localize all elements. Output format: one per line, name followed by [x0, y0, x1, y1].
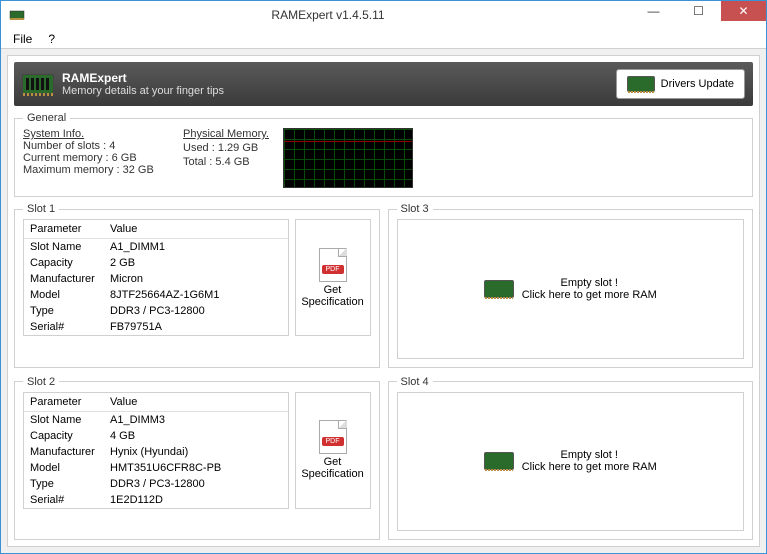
table-row: TypeDDR3 / PC3-12800 [24, 476, 288, 492]
total-memory-value: Total : 5.4 GB [183, 156, 273, 168]
slot-1-table: ParameterValue Slot NameA1_DIMM1 Capacit… [23, 219, 289, 336]
slot-4-group: Slot 4 Empty slot ! Click here to get mo… [388, 376, 754, 541]
slot-2-table: ParameterValue Slot NameA1_DIMM3 Capacit… [23, 392, 289, 509]
content-area: RAMExpert Memory details at your finger … [1, 49, 766, 553]
sysinfo-heading: System Info. [23, 128, 173, 140]
slot-1-legend: Slot 1 [23, 203, 59, 215]
max-memory-value: Maximum memory : 32 GB [23, 164, 173, 176]
menu-help[interactable]: ? [40, 30, 63, 48]
slot-2-legend: Slot 2 [23, 376, 59, 388]
header-bar: RAMExpert Memory details at your finger … [14, 62, 753, 106]
table-row: ManufacturerMicron [24, 271, 288, 287]
col-value: Value [104, 393, 288, 412]
num-slots-value: Number of slots : 4 [23, 140, 173, 152]
physmem-heading: Physical Memory. [183, 128, 273, 140]
close-button[interactable]: ✕ [721, 1, 766, 21]
header-subtitle: Memory details at your finger tips [62, 85, 224, 97]
slot-3-legend: Slot 3 [397, 203, 433, 215]
table-row: Slot NameA1_DIMM3 [24, 411, 288, 428]
main-panel: RAMExpert Memory details at your finger … [7, 55, 760, 547]
pdf-icon: PDF [319, 248, 347, 282]
slot-3-empty-button[interactable]: Empty slot ! Click here to get more RAM [397, 219, 745, 359]
table-row: Model8JTF25664AZ-1G6M1 [24, 287, 288, 303]
used-memory-value: Used : 1.29 GB [183, 142, 273, 154]
minimize-button[interactable]: — [631, 1, 676, 21]
table-row: ModelHMT351U6CFR8C-PB [24, 460, 288, 476]
col-parameter: Parameter [24, 220, 104, 239]
drivers-update-label: Drivers Update [661, 78, 734, 90]
drivers-update-button[interactable]: Drivers Update [616, 69, 745, 99]
ram-icon [484, 280, 514, 298]
get-spec-label: Get Specification [300, 284, 366, 308]
pdf-icon: PDF [319, 420, 347, 454]
table-row: TypeDDR3 / PC3-12800 [24, 303, 288, 319]
table-row: Capacity4 GB [24, 428, 288, 444]
col-parameter: Parameter [24, 393, 104, 412]
slot-1-get-spec-button[interactable]: PDF Get Specification [295, 219, 371, 336]
system-info-block: System Info. Number of slots : 4 Current… [23, 128, 173, 188]
maximize-button[interactable]: ☐ [676, 1, 721, 21]
table-row: Serial#FB79751A [24, 319, 288, 335]
app-icon [9, 7, 25, 23]
general-group: General System Info. Number of slots : 4… [14, 112, 753, 197]
table-row: Serial#1E2D112D [24, 492, 288, 508]
empty-slot-hint: Click here to get more RAM [522, 289, 657, 301]
header-text: RAMExpert Memory details at your finger … [62, 71, 224, 97]
general-legend: General [23, 112, 70, 124]
get-spec-label: Get Specification [300, 456, 366, 480]
window-title: RAMExpert v1.4.5.11 [25, 8, 631, 22]
header-title: RAMExpert [62, 71, 224, 85]
empty-slot-hint: Click here to get more RAM [522, 461, 657, 473]
current-memory-value: Current memory : 6 GB [23, 152, 173, 164]
menu-file[interactable]: File [5, 30, 40, 48]
ram-icon [627, 76, 655, 92]
table-row: Slot NameA1_DIMM1 [24, 239, 288, 256]
slot-4-legend: Slot 4 [397, 376, 433, 388]
empty-slot-title: Empty slot ! [522, 277, 657, 289]
slot-4-empty-button[interactable]: Empty slot ! Click here to get more RAM [397, 392, 745, 532]
memory-usage-graph [283, 128, 413, 188]
window-controls: — ☐ ✕ [631, 1, 766, 29]
table-row: Capacity2 GB [24, 255, 288, 271]
slot-2-group: Slot 2 ParameterValue Slot NameA1_DIMM3 … [14, 376, 380, 541]
slot-3-group: Slot 3 Empty slot ! Click here to get mo… [388, 203, 754, 368]
titlebar: RAMExpert v1.4.5.11 — ☐ ✕ [1, 1, 766, 29]
physical-memory-block: Physical Memory. Used : 1.29 GB Total : … [183, 128, 413, 188]
menubar: File ? [1, 29, 766, 49]
table-row: ManufacturerHynix (Hyundai) [24, 444, 288, 460]
slots-grid: Slot 1 ParameterValue Slot NameA1_DIMM1 … [14, 203, 753, 540]
ram-icon [22, 74, 54, 94]
slot-1-group: Slot 1 ParameterValue Slot NameA1_DIMM1 … [14, 203, 380, 368]
empty-slot-title: Empty slot ! [522, 449, 657, 461]
ram-icon [484, 452, 514, 470]
col-value: Value [104, 220, 288, 239]
slot-2-get-spec-button[interactable]: PDF Get Specification [295, 392, 371, 509]
